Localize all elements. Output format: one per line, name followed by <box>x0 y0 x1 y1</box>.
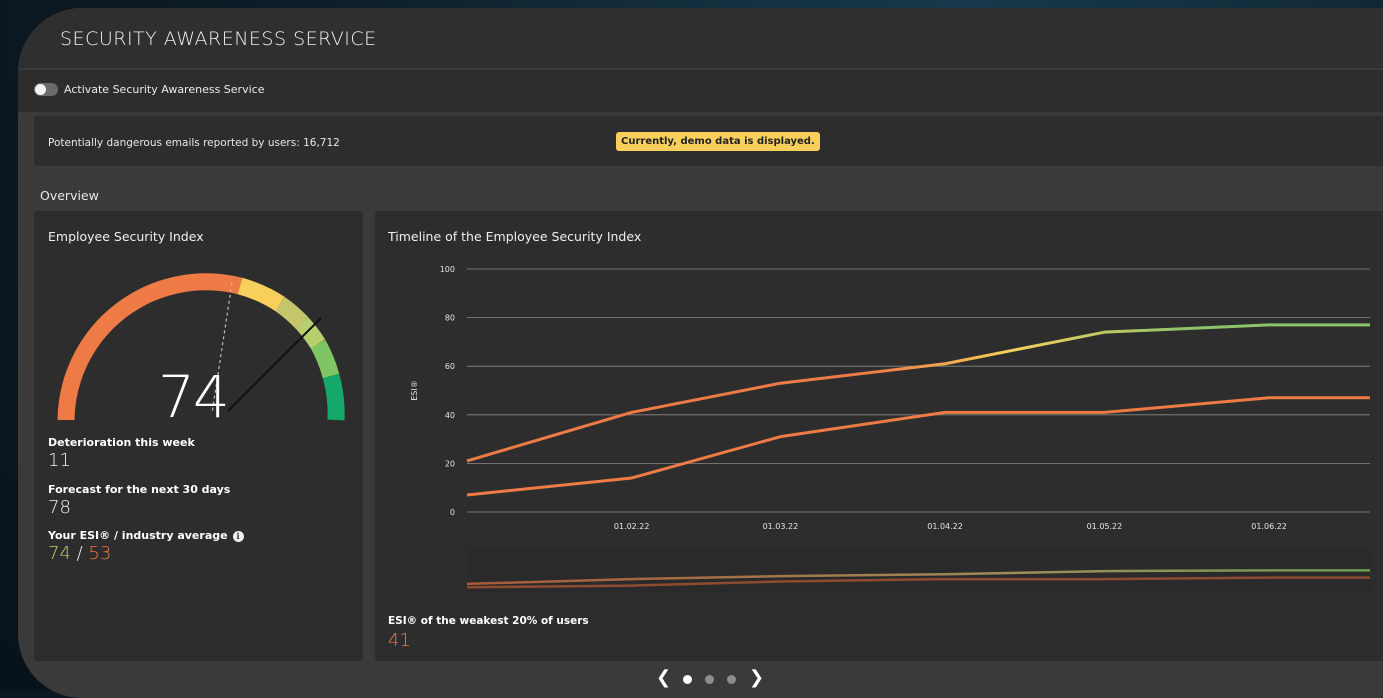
y-tick-label: 40 <box>445 411 455 420</box>
y-axis-label: ESI® <box>410 380 419 401</box>
x-tick-label: 01.05.22 <box>1087 522 1123 531</box>
y-tick-label: 100 <box>440 265 455 274</box>
x-tick-label: 01.03.22 <box>763 522 799 531</box>
x-tick-label: 01.06.22 <box>1251 522 1287 531</box>
carousel-nav: ❮ ❯ <box>656 667 766 688</box>
weakest-users-value: 41 <box>388 630 411 651</box>
carousel-dot-3[interactable] <box>727 675 736 684</box>
y-tick-label: 80 <box>445 314 455 323</box>
carousel-dot-1[interactable] <box>683 675 692 684</box>
weakest-users-label: ESI® of the weakest 20% of users <box>388 615 589 627</box>
y-tick-label: 0 <box>450 508 455 517</box>
security-awareness-window: SECURITY AWARENESS SERVICE Activate Secu… <box>18 8 1383 698</box>
y-tick-label: 20 <box>445 459 455 468</box>
timeline-chart: 100 80 60 40 20 0 ESI® 01.02.22 01.03.22 01.04.22… <box>410 265 1370 592</box>
series-line-1 <box>466 323 1370 463</box>
x-tick-label: 01.02.22 <box>614 522 650 531</box>
y-tick-label: 60 <box>445 362 455 371</box>
series-line-2 <box>466 396 1370 497</box>
carousel-dot-2[interactable] <box>705 675 714 684</box>
carousel-next-button[interactable]: ❯ <box>749 667 764 688</box>
x-tick-label: 01.04.22 <box>927 522 963 531</box>
carousel-prev-button[interactable]: ❮ <box>656 667 671 688</box>
